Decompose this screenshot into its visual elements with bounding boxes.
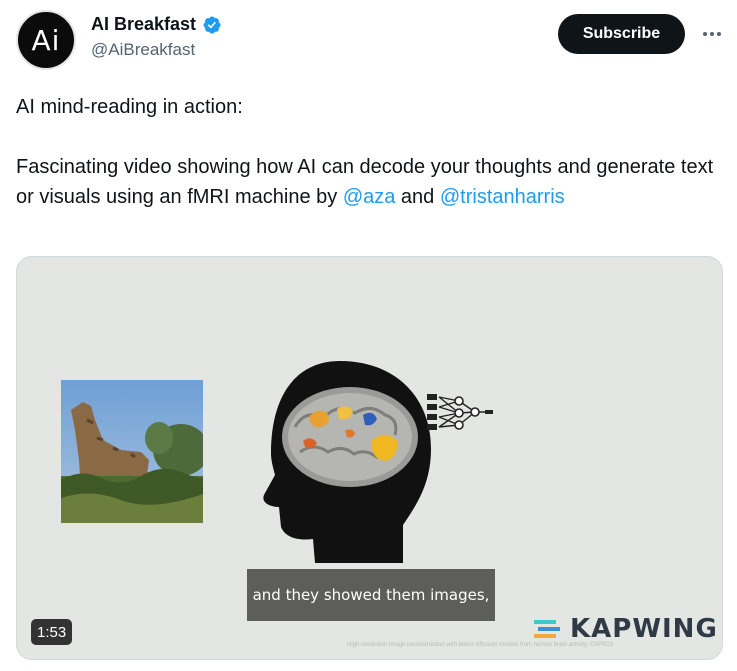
kapwing-wordmark: KAPWING: [570, 614, 718, 644]
mention-tristanharris[interactable]: @tristanharris: [440, 186, 565, 208]
verified-badge-icon: [203, 15, 221, 34]
tweet-line-2: Fascinating video showing how AI can dec…: [16, 152, 716, 212]
author-name-row: AI Breakfast: [91, 14, 222, 35]
kapwing-watermark: KAPWING: [534, 614, 718, 644]
avatar-text: Ai: [31, 23, 61, 57]
more-dot: [710, 32, 714, 36]
subscribe-button[interactable]: Subscribe: [558, 14, 685, 54]
brain-head-icon: [263, 361, 431, 563]
neural-network-icon: [427, 394, 493, 430]
more-dot: [703, 32, 707, 36]
display-name[interactable]: AI Breakfast: [91, 14, 196, 35]
giraffe-photo: [61, 380, 203, 523]
tweet-body-and: and: [395, 186, 440, 208]
mention-aza[interactable]: @aza: [343, 186, 396, 208]
video-caption: and they showed them images,: [247, 569, 495, 621]
handle[interactable]: @AiBreakfast: [91, 40, 195, 60]
video-duration: 1:53: [31, 619, 73, 645]
tweet-line-1: AI mind-reading in action:: [16, 96, 243, 118]
tweet-text: AI mind-reading in action: Fascinating v…: [16, 92, 716, 212]
more-dot: [717, 32, 721, 36]
tweet: Ai AI Breakfast @AiBreakfast Subscribe A…: [0, 0, 737, 671]
more-options-button[interactable]: [696, 22, 728, 46]
video-player[interactable]: and they showed them images, 1:53 KAPWIN…: [16, 256, 723, 660]
kapwing-logo-icon: [534, 620, 560, 638]
avatar[interactable]: Ai: [16, 10, 76, 70]
video-fine-print: High-resolution image reconstruction wit…: [347, 642, 614, 648]
